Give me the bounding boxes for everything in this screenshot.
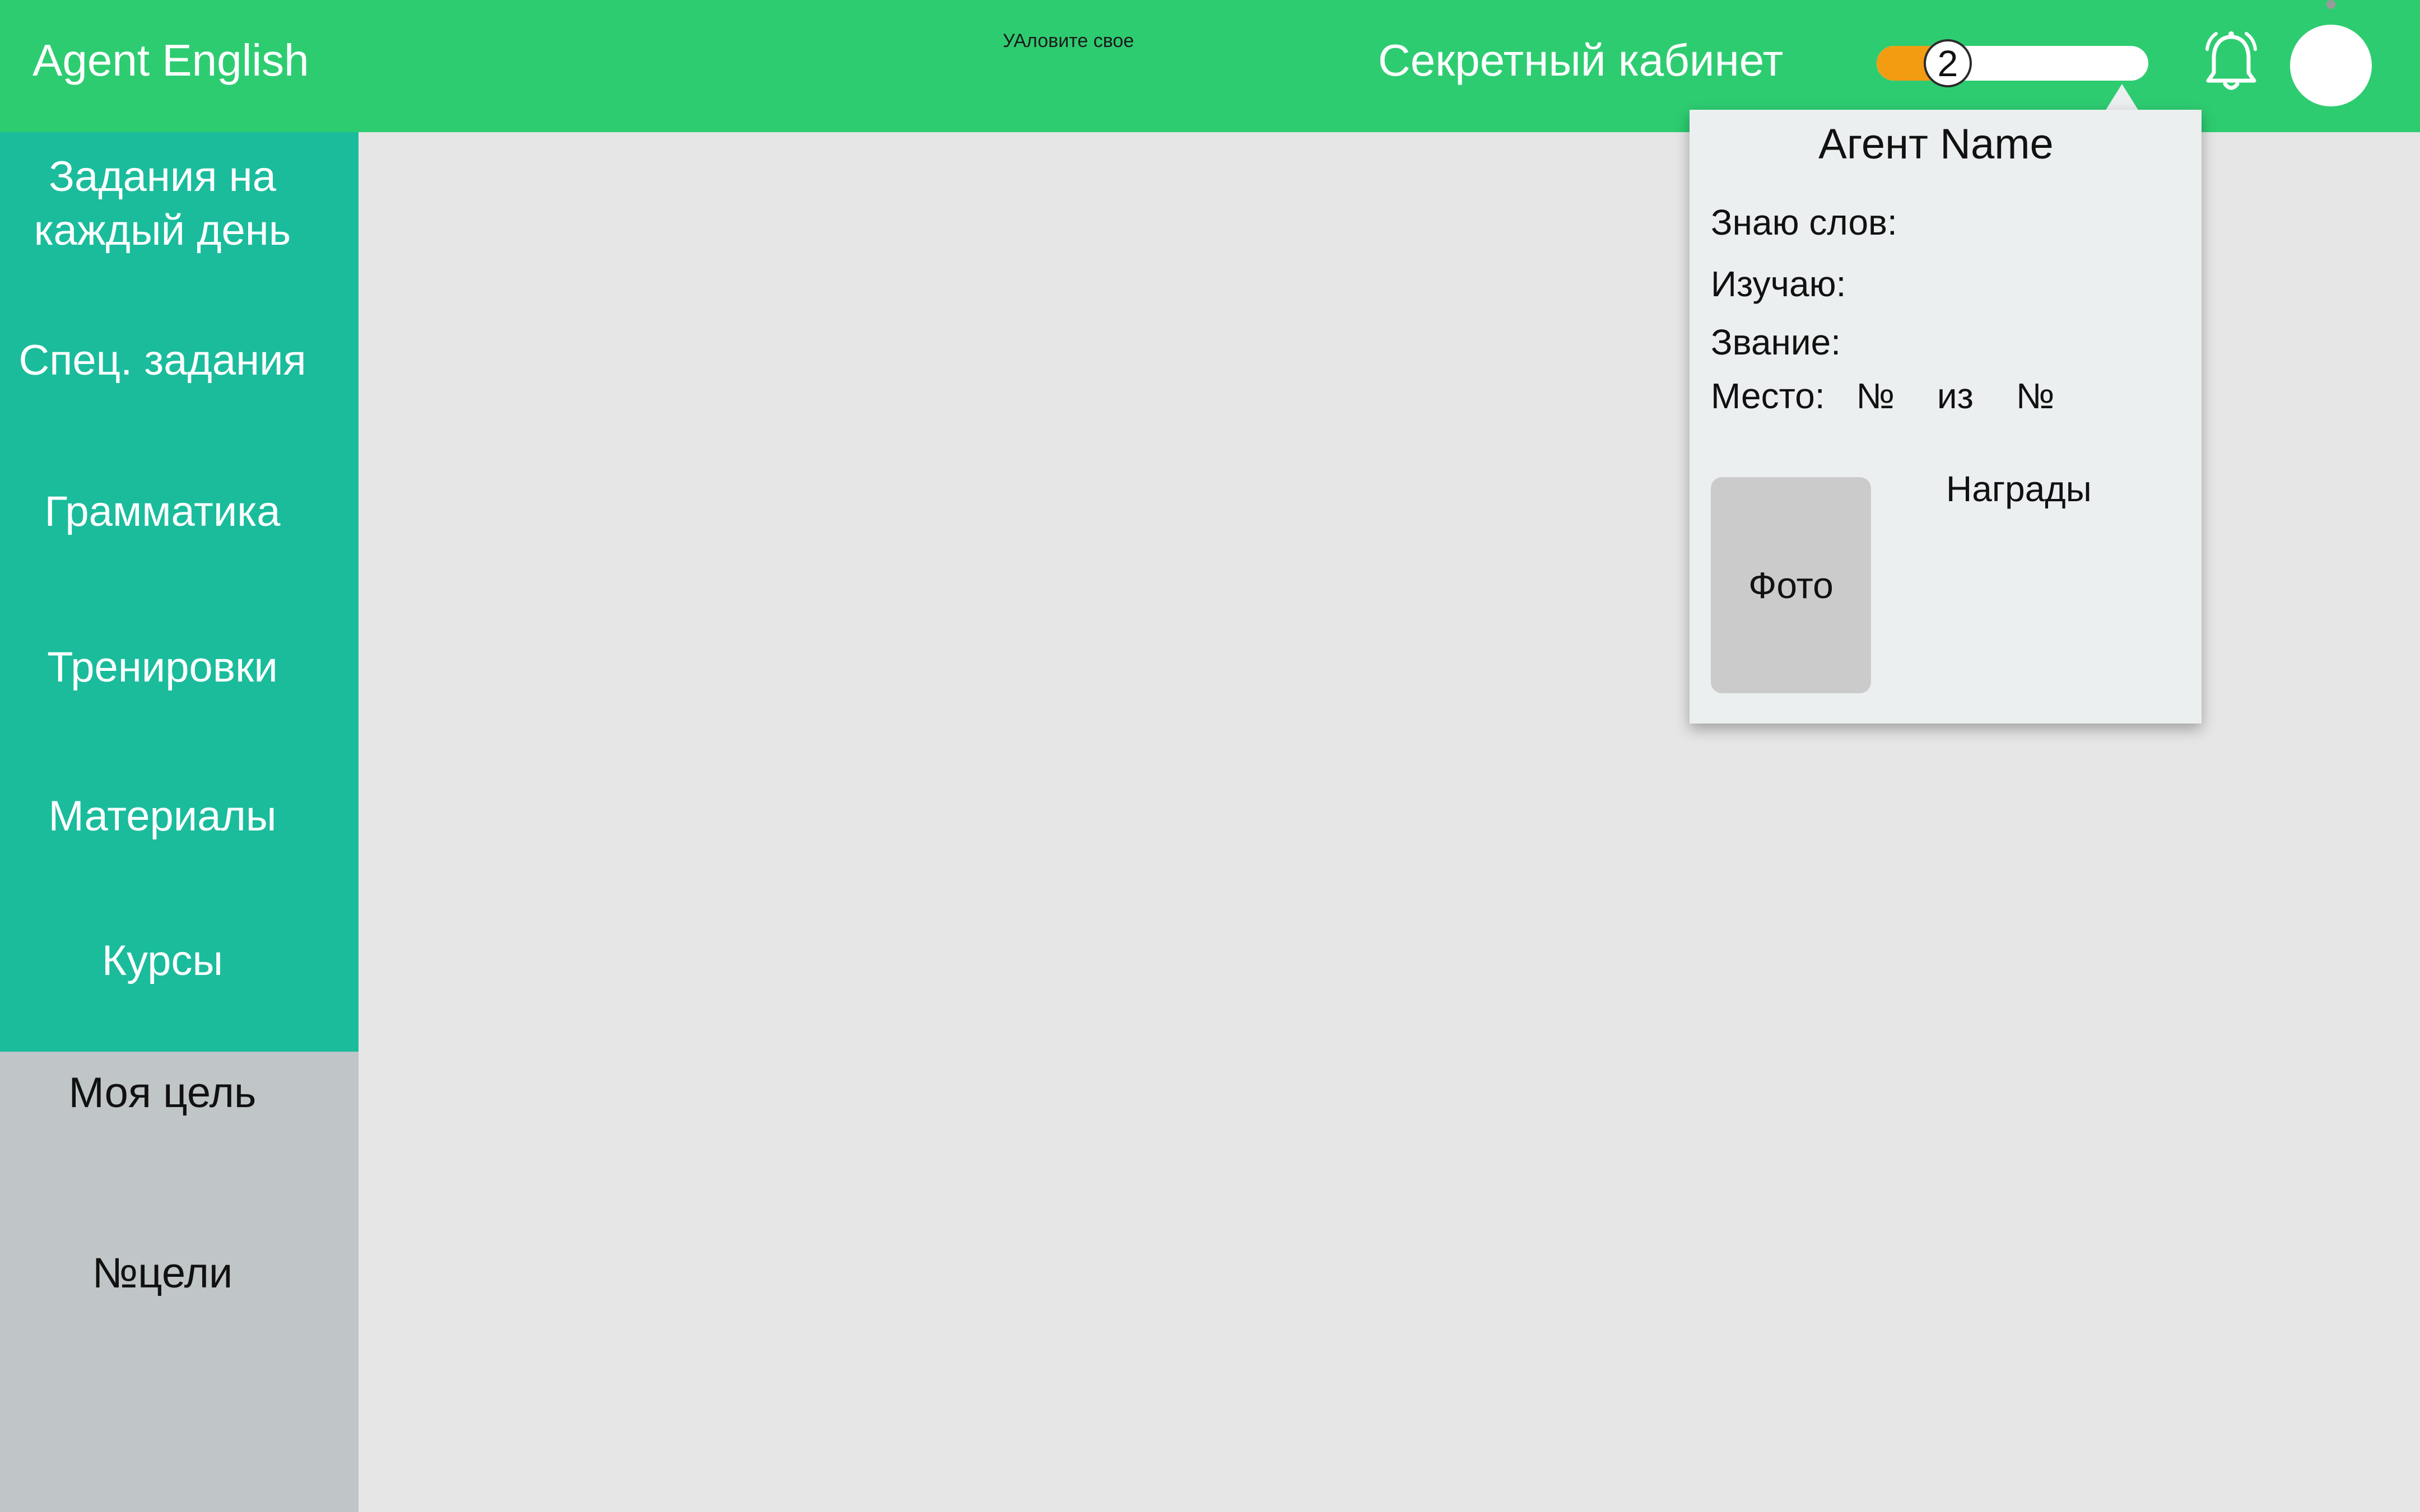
cabinet-title: Секретный кабинет bbox=[1378, 35, 1784, 85]
sidebar-item-label: Задания на bbox=[49, 153, 276, 200]
sidebar: Задания на каждый день Спец. задания Гра… bbox=[0, 132, 359, 1512]
level-progress-bar bbox=[1877, 46, 2148, 81]
place-label: Место: bbox=[1711, 376, 1825, 416]
sidebar-nav: Задания на каждый день Спец. задания Гра… bbox=[0, 132, 359, 1052]
place-row: Место: № из № bbox=[1711, 375, 2054, 417]
studying-label: Изучаю: bbox=[1711, 264, 1846, 304]
sidebar-item-materials[interactable]: Материалы bbox=[0, 790, 325, 843]
place-number: № bbox=[1856, 376, 1895, 416]
level-badge: 2 bbox=[1924, 39, 1972, 87]
my-goal-label: Моя цель bbox=[68, 1069, 257, 1117]
sidebar-item-trainings[interactable]: Тренировки bbox=[0, 641, 325, 694]
agent-name: Агент Name bbox=[1818, 120, 2054, 168]
awards-label: Награды bbox=[1946, 469, 2092, 509]
profile-popup: Агент Name Знаю слов: Изучаю: Звание: Ме… bbox=[1690, 110, 2202, 724]
sidebar-item-grammar[interactable]: Грамматика bbox=[0, 485, 325, 539]
place-total: № bbox=[2016, 376, 2055, 416]
sidebar-item-courses[interactable]: Курсы bbox=[0, 934, 325, 988]
goal-number: №цели bbox=[92, 1249, 233, 1297]
rank-label: Звание: bbox=[1711, 322, 1841, 362]
avatar-status-dot bbox=[2326, 0, 2335, 9]
sidebar-item-label: каждый день bbox=[34, 207, 291, 254]
known-words-label: Знаю слов: bbox=[1711, 202, 1897, 242]
sidebar-item-special-tasks[interactable]: Спец. задания bbox=[0, 334, 325, 388]
bell-icon[interactable] bbox=[2200, 29, 2262, 96]
avatar[interactable] bbox=[2290, 25, 2372, 106]
tiny-caption: УАловите свое bbox=[1003, 30, 1134, 52]
place-of-label: из bbox=[1937, 376, 1974, 416]
photo-placeholder[interactable]: Фото bbox=[1711, 477, 1871, 693]
sidebar-item-daily-tasks[interactable]: Задания на каждый день bbox=[0, 150, 325, 258]
photo-label: Фото bbox=[1748, 564, 1833, 606]
popup-arrow bbox=[2105, 84, 2139, 111]
level-progress-fill bbox=[1877, 46, 1931, 81]
app-title[interactable]: Agent English bbox=[32, 35, 309, 86]
